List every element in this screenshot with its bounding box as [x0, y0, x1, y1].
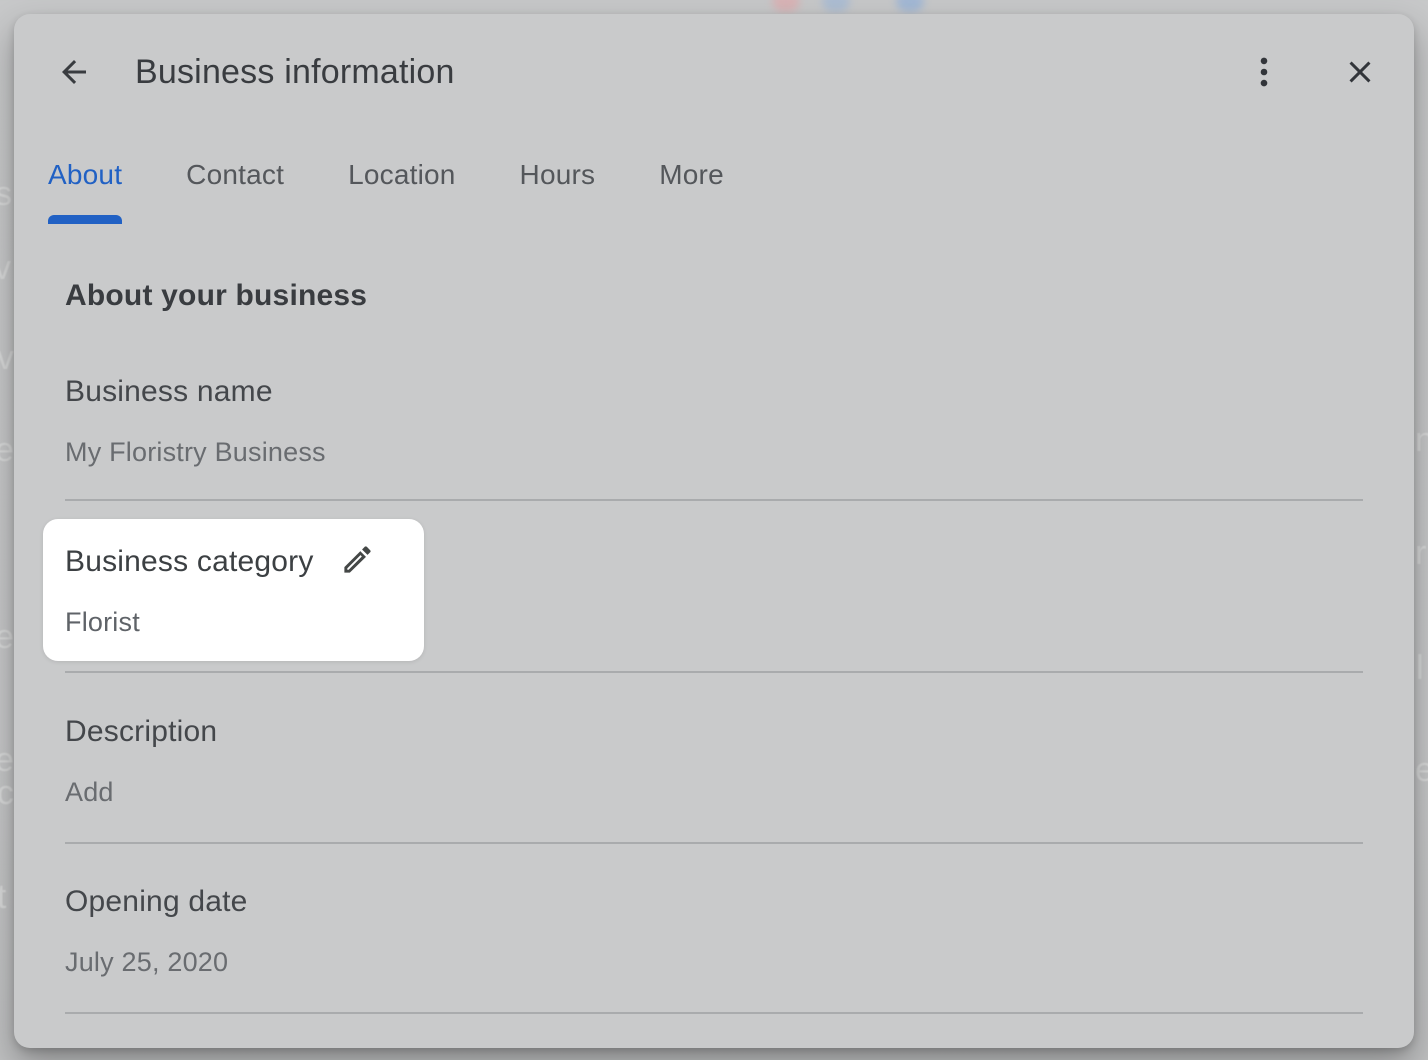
background-text-fragment: oc — [0, 776, 14, 810]
background-text-fragment: ce — [0, 433, 14, 467]
opening-date-label: Opening date — [65, 882, 1363, 922]
background-text-fragment: l — [1416, 651, 1424, 685]
tab-hours[interactable]: Hours — [520, 157, 596, 224]
dialog-header: Business information — [14, 14, 1414, 94]
background-text-fragment: s — [0, 177, 12, 211]
background-color-smudge — [896, 0, 924, 12]
tab-label: About — [48, 157, 122, 193]
background-text-fragment: v — [0, 251, 11, 285]
business-category-card[interactable]: Business category Florist — [43, 519, 424, 661]
background-text-fragment: r — [1415, 536, 1426, 570]
divider — [65, 842, 1363, 844]
business-category-label-row: Business category — [65, 542, 402, 582]
tab-label: More — [659, 157, 724, 193]
pencil-edit-icon[interactable] — [340, 542, 375, 582]
divider — [65, 499, 1363, 501]
background-color-smudge — [822, 0, 850, 12]
background-text-fragment: ce — [0, 620, 14, 654]
divider — [65, 671, 1363, 673]
active-tab-indicator — [48, 215, 122, 224]
background-color-smudge — [772, 0, 800, 12]
close-icon — [1342, 54, 1378, 90]
overflow-menu-button[interactable] — [1246, 54, 1282, 90]
dialog-title: Business information — [135, 50, 1246, 94]
tab-label: Contact — [186, 157, 284, 193]
description-label: Description — [65, 712, 1363, 752]
tab-label: Location — [348, 157, 455, 193]
business-category-value: Florist — [65, 604, 402, 640]
business-information-dialog: Business information About Contact Locat… — [14, 14, 1414, 1048]
about-tab-content: About your business Business name My Flo… — [14, 276, 1414, 1014]
divider — [65, 1012, 1363, 1014]
tab-label: Hours — [520, 157, 596, 193]
description-value[interactable]: Add — [65, 774, 1363, 810]
arrow-left-icon — [56, 54, 92, 90]
background-text-fragment: n — [1415, 423, 1428, 457]
section-heading: About your business — [65, 276, 1363, 316]
dialog-tabs: About Contact Location Hours More — [14, 157, 1414, 224]
business-name-label: Business name — [65, 372, 1363, 412]
close-button[interactable] — [1342, 54, 1378, 90]
business-category-label: Business category — [65, 542, 314, 582]
tab-contact[interactable]: Contact — [186, 157, 284, 224]
opening-date-value[interactable]: July 25, 2020 — [65, 944, 1363, 980]
business-name-value[interactable]: My Floristry Business — [65, 434, 1363, 470]
back-button[interactable] — [56, 54, 92, 90]
kebab-menu-icon — [1246, 54, 1282, 90]
tab-more[interactable]: More — [659, 157, 724, 224]
background-text-fragment: e — [1415, 753, 1428, 787]
tab-about[interactable]: About — [48, 157, 122, 224]
background-text-fragment: ot — [0, 880, 6, 914]
background-text-fragment: e — [0, 743, 14, 777]
tab-location[interactable]: Location — [348, 157, 455, 224]
background-text-fragment: ev — [0, 341, 14, 375]
